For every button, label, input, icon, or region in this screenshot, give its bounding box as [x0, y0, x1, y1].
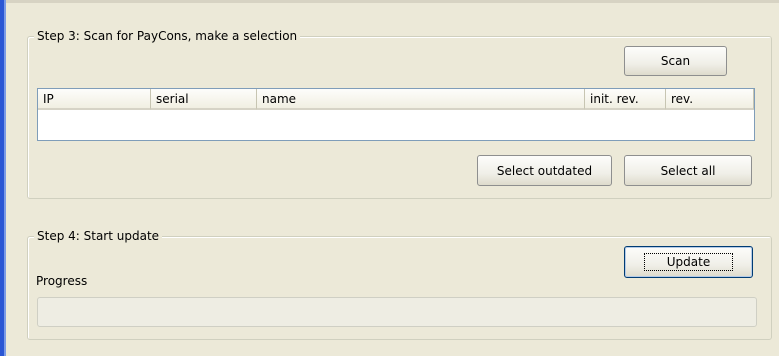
column-header-rev[interactable]: rev. [666, 89, 754, 110]
select-all-button[interactable]: Select all [624, 155, 752, 186]
step3-caption: Step 3: Scan for PayCons, make a selecti… [34, 29, 301, 43]
update-button-label: Update [643, 253, 734, 271]
column-header-ip[interactable]: IP [38, 89, 151, 110]
update-progress-bar [37, 297, 757, 327]
select-outdated-button[interactable]: Select outdated [477, 155, 612, 186]
scan-button[interactable]: Scan [624, 46, 727, 76]
column-header-serial[interactable]: serial [151, 89, 257, 110]
column-header-name[interactable]: name [257, 89, 585, 110]
window-frame-left [0, 0, 6, 356]
window-frame-top [6, 0, 779, 3]
list-header: IP serial name init. rev. rev. [38, 89, 754, 110]
step4-caption: Step 4: Start update [34, 229, 163, 243]
paycons-list[interactable]: IP serial name init. rev. rev. [37, 88, 755, 141]
column-header-init-rev[interactable]: init. rev. [585, 89, 666, 110]
progress-label: Progress [36, 274, 88, 288]
update-button[interactable]: Update [624, 246, 753, 278]
